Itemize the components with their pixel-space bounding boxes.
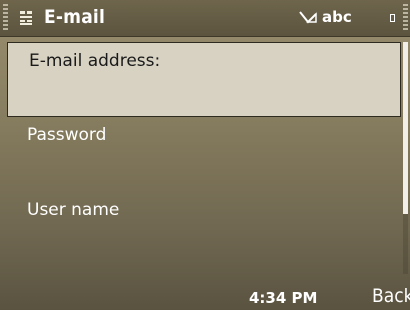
- password-label: Password: [27, 125, 107, 145]
- left-edge-grip: [3, 4, 8, 32]
- input-mode-indicator: abc: [322, 8, 352, 26]
- email-app-icon: [19, 10, 33, 26]
- password-field[interactable]: Password: [7, 125, 401, 155]
- clock: 4:34 PM: [249, 289, 318, 307]
- battery-icon: [390, 14, 395, 22]
- app-title: E-mail: [44, 6, 106, 28]
- softkey-bar: 4:34 PM Back: [0, 282, 410, 310]
- email-address-field[interactable]: E-mail address:: [7, 42, 401, 117]
- pen-input-icon: [298, 10, 318, 26]
- status-bar: E-mail abc: [0, 0, 410, 37]
- scrollbar-thumb[interactable]: [403, 42, 408, 214]
- right-edge-grip: [403, 4, 408, 32]
- user-name-label: User name: [27, 200, 120, 220]
- email-address-label: E-mail address:: [29, 51, 161, 71]
- back-softkey[interactable]: Back: [372, 285, 410, 307]
- user-name-field[interactable]: User name: [7, 200, 401, 230]
